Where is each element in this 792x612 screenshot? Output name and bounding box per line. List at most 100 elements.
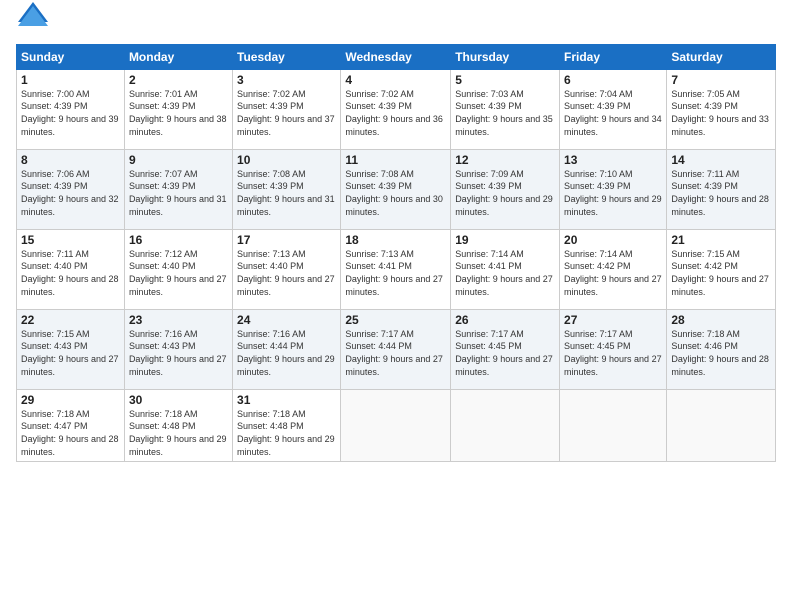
day-number: 9 [129,153,228,167]
day-number: 28 [671,313,771,327]
calendar-cell: 26 Sunrise: 7:17 AMSunset: 4:45 PMDaylig… [451,309,560,389]
day-number: 8 [21,153,120,167]
day-number: 29 [21,393,120,407]
calendar-cell: 3 Sunrise: 7:02 AMSunset: 4:39 PMDayligh… [233,69,341,149]
day-number: 7 [671,73,771,87]
day-info: Sunrise: 7:13 AMSunset: 4:40 PMDaylight:… [237,249,335,297]
day-number: 14 [671,153,771,167]
day-number: 31 [237,393,336,407]
calendar-cell: 2 Sunrise: 7:01 AMSunset: 4:39 PMDayligh… [124,69,232,149]
day-number: 4 [345,73,446,87]
day-number: 21 [671,233,771,247]
calendar-cell: 29 Sunrise: 7:18 AMSunset: 4:47 PMDaylig… [17,389,125,461]
calendar-cell: 18 Sunrise: 7:13 AMSunset: 4:41 PMDaylig… [341,229,451,309]
calendar-cell [667,389,776,461]
day-number: 12 [455,153,555,167]
calendar-cell: 1 Sunrise: 7:00 AMSunset: 4:39 PMDayligh… [17,69,125,149]
page: SundayMondayTuesdayWednesdayThursdayFrid… [0,0,792,470]
day-info: Sunrise: 7:02 AMSunset: 4:39 PMDaylight:… [345,89,443,137]
day-info: Sunrise: 7:17 AMSunset: 4:44 PMDaylight:… [345,329,443,377]
day-info: Sunrise: 7:10 AMSunset: 4:39 PMDaylight:… [564,169,662,217]
calendar-cell: 25 Sunrise: 7:17 AMSunset: 4:44 PMDaylig… [341,309,451,389]
day-number: 5 [455,73,555,87]
day-number: 24 [237,313,336,327]
weekday-monday: Monday [124,44,232,69]
calendar-cell: 21 Sunrise: 7:15 AMSunset: 4:42 PMDaylig… [667,229,776,309]
calendar-cell: 9 Sunrise: 7:07 AMSunset: 4:39 PMDayligh… [124,149,232,229]
weekday-saturday: Saturday [667,44,776,69]
calendar-cell: 13 Sunrise: 7:10 AMSunset: 4:39 PMDaylig… [560,149,667,229]
weekday-friday: Friday [560,44,667,69]
calendar-cell: 20 Sunrise: 7:14 AMSunset: 4:42 PMDaylig… [560,229,667,309]
calendar-cell: 19 Sunrise: 7:14 AMSunset: 4:41 PMDaylig… [451,229,560,309]
day-info: Sunrise: 7:04 AMSunset: 4:39 PMDaylight:… [564,89,662,137]
day-info: Sunrise: 7:15 AMSunset: 4:42 PMDaylight:… [671,249,769,297]
calendar-cell: 7 Sunrise: 7:05 AMSunset: 4:39 PMDayligh… [667,69,776,149]
day-info: Sunrise: 7:11 AMSunset: 4:40 PMDaylight:… [21,249,119,297]
day-info: Sunrise: 7:16 AMSunset: 4:43 PMDaylight:… [129,329,227,377]
day-info: Sunrise: 7:17 AMSunset: 4:45 PMDaylight:… [564,329,662,377]
day-number: 16 [129,233,228,247]
day-number: 10 [237,153,336,167]
calendar-cell: 5 Sunrise: 7:03 AMSunset: 4:39 PMDayligh… [451,69,560,149]
day-number: 11 [345,153,446,167]
calendar-cell: 16 Sunrise: 7:12 AMSunset: 4:40 PMDaylig… [124,229,232,309]
day-number: 15 [21,233,120,247]
calendar-cell: 28 Sunrise: 7:18 AMSunset: 4:46 PMDaylig… [667,309,776,389]
day-info: Sunrise: 7:05 AMSunset: 4:39 PMDaylight:… [671,89,769,137]
day-number: 20 [564,233,662,247]
calendar-cell: 10 Sunrise: 7:08 AMSunset: 4:39 PMDaylig… [233,149,341,229]
day-info: Sunrise: 7:08 AMSunset: 4:39 PMDaylight:… [345,169,443,217]
logo-icon [18,2,48,32]
calendar-cell: 8 Sunrise: 7:06 AMSunset: 4:39 PMDayligh… [17,149,125,229]
day-info: Sunrise: 7:03 AMSunset: 4:39 PMDaylight:… [455,89,553,137]
day-number: 13 [564,153,662,167]
calendar-cell: 15 Sunrise: 7:11 AMSunset: 4:40 PMDaylig… [17,229,125,309]
day-number: 22 [21,313,120,327]
weekday-sunday: Sunday [17,44,125,69]
day-number: 1 [21,73,120,87]
calendar-cell: 4 Sunrise: 7:02 AMSunset: 4:39 PMDayligh… [341,69,451,149]
weekday-tuesday: Tuesday [233,44,341,69]
day-info: Sunrise: 7:17 AMSunset: 4:45 PMDaylight:… [455,329,553,377]
day-info: Sunrise: 7:02 AMSunset: 4:39 PMDaylight:… [237,89,335,137]
day-number: 26 [455,313,555,327]
day-info: Sunrise: 7:01 AMSunset: 4:39 PMDaylight:… [129,89,227,137]
day-info: Sunrise: 7:18 AMSunset: 4:46 PMDaylight:… [671,329,769,377]
day-number: 18 [345,233,446,247]
day-number: 6 [564,73,662,87]
calendar-cell: 6 Sunrise: 7:04 AMSunset: 4:39 PMDayligh… [560,69,667,149]
day-number: 19 [455,233,555,247]
calendar-cell: 17 Sunrise: 7:13 AMSunset: 4:40 PMDaylig… [233,229,341,309]
logo [16,16,48,36]
calendar-cell: 11 Sunrise: 7:08 AMSunset: 4:39 PMDaylig… [341,149,451,229]
calendar-cell: 23 Sunrise: 7:16 AMSunset: 4:43 PMDaylig… [124,309,232,389]
day-number: 17 [237,233,336,247]
day-info: Sunrise: 7:11 AMSunset: 4:39 PMDaylight:… [671,169,769,217]
calendar-cell [451,389,560,461]
day-info: Sunrise: 7:15 AMSunset: 4:43 PMDaylight:… [21,329,119,377]
calendar-cell: 12 Sunrise: 7:09 AMSunset: 4:39 PMDaylig… [451,149,560,229]
calendar-cell: 31 Sunrise: 7:18 AMSunset: 4:48 PMDaylig… [233,389,341,461]
calendar-cell: 22 Sunrise: 7:15 AMSunset: 4:43 PMDaylig… [17,309,125,389]
day-number: 25 [345,313,446,327]
header [16,16,776,36]
day-info: Sunrise: 7:12 AMSunset: 4:40 PMDaylight:… [129,249,227,297]
calendar-cell: 14 Sunrise: 7:11 AMSunset: 4:39 PMDaylig… [667,149,776,229]
day-info: Sunrise: 7:08 AMSunset: 4:39 PMDaylight:… [237,169,335,217]
day-number: 23 [129,313,228,327]
day-number: 2 [129,73,228,87]
day-info: Sunrise: 7:06 AMSunset: 4:39 PMDaylight:… [21,169,119,217]
day-info: Sunrise: 7:07 AMSunset: 4:39 PMDaylight:… [129,169,227,217]
day-info: Sunrise: 7:16 AMSunset: 4:44 PMDaylight:… [237,329,335,377]
day-info: Sunrise: 7:18 AMSunset: 4:48 PMDaylight:… [129,409,227,457]
calendar-cell: 24 Sunrise: 7:16 AMSunset: 4:44 PMDaylig… [233,309,341,389]
calendar-cell [560,389,667,461]
weekday-header-row: SundayMondayTuesdayWednesdayThursdayFrid… [17,44,776,69]
day-info: Sunrise: 7:00 AMSunset: 4:39 PMDaylight:… [21,89,119,137]
day-info: Sunrise: 7:18 AMSunset: 4:48 PMDaylight:… [237,409,335,457]
day-number: 27 [564,313,662,327]
calendar-cell: 27 Sunrise: 7:17 AMSunset: 4:45 PMDaylig… [560,309,667,389]
day-number: 30 [129,393,228,407]
day-info: Sunrise: 7:13 AMSunset: 4:41 PMDaylight:… [345,249,443,297]
